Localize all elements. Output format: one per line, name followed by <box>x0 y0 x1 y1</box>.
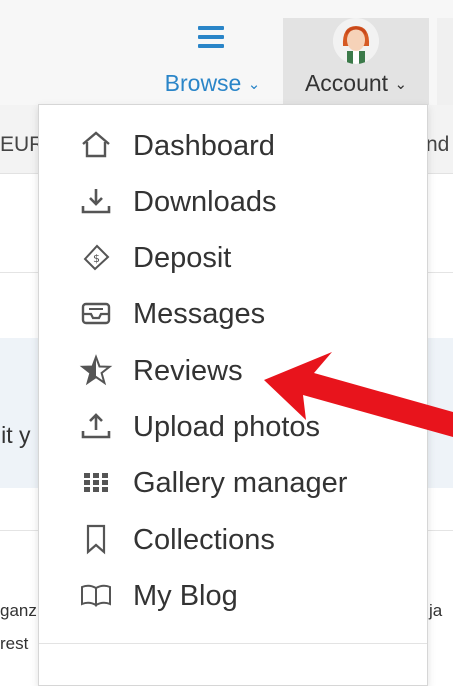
upload-icon <box>79 410 113 442</box>
money-tag-icon: $ <box>79 241 113 273</box>
book-icon <box>79 579 113 611</box>
top-navbar: Browse ⌄ Account ⌄ <box>0 0 453 106</box>
avatar <box>333 18 379 64</box>
browse-text: Browse <box>164 70 242 96</box>
menu-item-label: Upload photos <box>133 411 321 443</box>
band-text: lit y <box>0 422 31 448</box>
download-icon <box>79 185 113 217</box>
menu-item-label: My Blog <box>133 580 238 612</box>
bottom-left-text-2: rest <box>0 634 29 653</box>
menu-item-dashboard[interactable]: Dashboard <box>39 121 427 169</box>
menu-item-my-blog[interactable]: My Blog <box>39 571 427 619</box>
inbox-icon <box>79 297 113 329</box>
strip-right-text: nd <box>426 133 450 156</box>
bottom-left-text-1: ganz <box>0 601 37 620</box>
chevron-down-icon: ⌄ <box>394 76 408 93</box>
bookmark-icon <box>79 523 113 555</box>
account-dropdown-menu: Dashboard Downloads $ Deposit Messages R… <box>38 104 428 686</box>
menu-item-upload-photos[interactable]: Upload photos <box>39 402 427 450</box>
menu-item-label: Reviews <box>133 355 243 387</box>
svg-text:$: $ <box>93 252 100 265</box>
menu-item-messages[interactable]: Messages <box>39 289 427 337</box>
star-icon <box>79 354 113 386</box>
menu-divider <box>39 643 427 644</box>
home-icon <box>79 129 113 161</box>
menu-item-label: Deposit <box>133 242 232 274</box>
menu-item-downloads[interactable]: Downloads <box>39 177 427 225</box>
bottom-right-text: ja <box>429 601 443 620</box>
menu-item-collections[interactable]: Collections <box>39 515 427 563</box>
browse-menu-button[interactable]: Browse ⌄ <box>150 18 275 105</box>
hamburger-icon <box>198 26 224 48</box>
chevron-down-icon: ⌄ <box>247 76 261 93</box>
menu-item-label: Dashboard <box>133 130 275 162</box>
menu-item-label: Messages <box>133 298 266 330</box>
browse-label: Browse ⌄ <box>150 70 275 97</box>
account-label: Account ⌄ <box>283 70 429 97</box>
menu-item-gallery-manager[interactable]: Gallery manager <box>39 458 427 506</box>
navbar-extra-tab <box>437 18 453 105</box>
menu-item-reviews[interactable]: Reviews <box>39 346 427 394</box>
menu-item-label: Gallery manager <box>133 467 348 499</box>
menu-item-deposit[interactable]: $ Deposit <box>39 233 427 281</box>
grid-icon <box>79 466 113 498</box>
account-menu-button[interactable]: Account ⌄ <box>283 18 429 105</box>
menu-item-label: Downloads <box>133 186 277 218</box>
menu-item-label: Collections <box>133 524 275 556</box>
account-text: Account <box>304 70 389 96</box>
